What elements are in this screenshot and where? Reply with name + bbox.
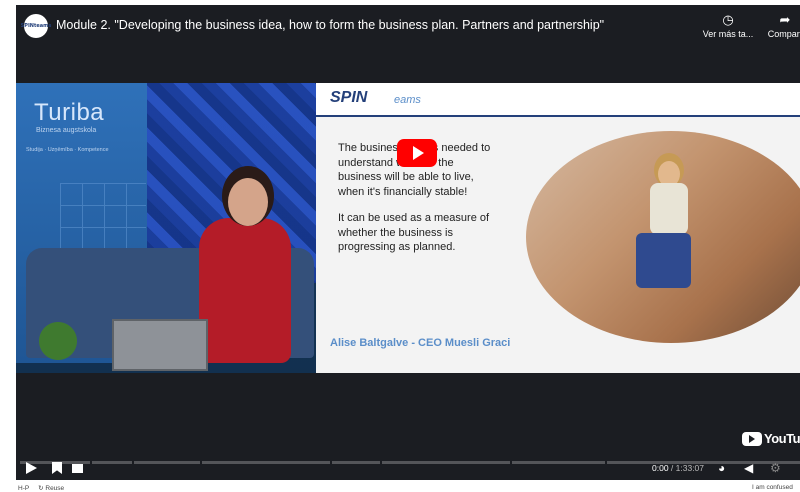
share-button[interactable]: ➦ Compart bbox=[760, 12, 800, 40]
chapter-marker bbox=[200, 461, 202, 464]
banner-logo: Turiba bbox=[34, 99, 105, 126]
slide-caption: Alise Baltgalve - CEO Muesli Graci bbox=[330, 337, 511, 349]
presenter-head bbox=[228, 178, 268, 226]
banner-subtitle: Biznesa augstskola bbox=[36, 127, 97, 134]
photo-person-jeans bbox=[636, 233, 691, 288]
big-play-button[interactable] bbox=[397, 139, 437, 167]
chapter-marker bbox=[330, 461, 332, 464]
slide-logo: SPIN bbox=[330, 89, 368, 106]
share-label: Compart bbox=[767, 29, 800, 39]
banner-tagline: Studija · Uzņēmība · Kompetence bbox=[26, 147, 109, 153]
chapter-marker bbox=[605, 461, 607, 464]
chapter-marker bbox=[90, 461, 92, 464]
channel-avatar[interactable]: SPINteams bbox=[21, 14, 51, 38]
chapter-marker bbox=[380, 461, 382, 464]
photo-person-shirt bbox=[650, 183, 688, 235]
settings-palette-icon[interactable]: ◕ bbox=[718, 461, 725, 475]
chapter-marker bbox=[510, 461, 512, 464]
miniplayer-icon[interactable] bbox=[72, 464, 83, 473]
studio-scene: Turiba Biznesa augstskola Studija · Uzņē… bbox=[16, 83, 316, 373]
video-player[interactable]: SPINteams Module 2. "Developing the busi… bbox=[16, 5, 800, 480]
chapter-marker bbox=[132, 461, 134, 464]
confused-link[interactable]: I am confused bbox=[752, 484, 793, 491]
share-icon: ➦ bbox=[779, 12, 791, 27]
slide-paragraph-2: It can be used as a measure of whether t… bbox=[338, 212, 490, 253]
channel-logo-text: SPINteams bbox=[20, 23, 52, 29]
player-top-bar: SPINteams Module 2. "Developing the busi… bbox=[16, 5, 800, 47]
video-title[interactable]: Module 2. "Developing the business idea,… bbox=[56, 18, 604, 32]
bookmark-icon[interactable] bbox=[52, 462, 62, 474]
youtube-wordmark: YouTube bbox=[764, 431, 800, 446]
current-time: 0:00 bbox=[652, 463, 669, 473]
volume-icon[interactable]: ◀ bbox=[744, 461, 753, 475]
play-button[interactable] bbox=[26, 462, 37, 474]
presentation-slide: SPIN eams The business plan is needed to… bbox=[316, 83, 800, 373]
duration: 1:33:07 bbox=[675, 463, 705, 473]
slide-header: SPIN eams bbox=[316, 83, 800, 117]
time-display: 0:00 / 1:33:07 bbox=[652, 463, 705, 473]
youtube-logo[interactable]: YouTube bbox=[742, 431, 800, 446]
play-icon bbox=[413, 146, 424, 160]
plant bbox=[28, 305, 88, 365]
gear-icon[interactable]: ⚙ bbox=[770, 461, 781, 475]
youtube-play-icon bbox=[742, 431, 762, 446]
video-frame[interactable]: Turiba Biznesa augstskola Studija · Uzņē… bbox=[16, 83, 800, 373]
laptop bbox=[112, 319, 208, 371]
presenter bbox=[199, 218, 291, 363]
watch-later-button[interactable]: ◷ Ver más ta... bbox=[700, 12, 756, 40]
watch-later-label: Ver más ta... bbox=[702, 29, 754, 39]
slide-logo-suffix: eams bbox=[394, 94, 421, 106]
clock-icon: ◷ bbox=[722, 12, 734, 27]
